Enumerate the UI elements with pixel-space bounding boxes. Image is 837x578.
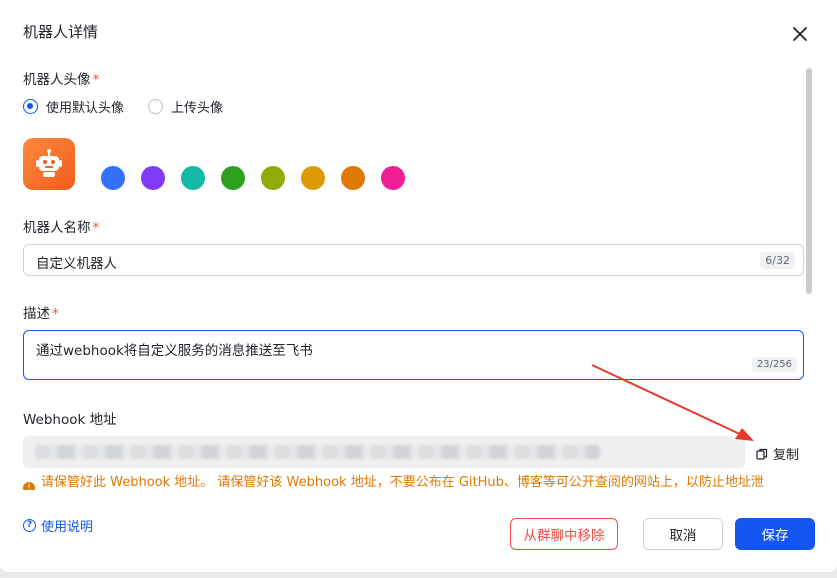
robot-name-input[interactable]: 自定义机器人 6/32: [23, 244, 804, 276]
scrollbar[interactable]: [806, 68, 812, 294]
color-swatch-pink[interactable]: [381, 166, 405, 190]
copy-button[interactable]: 复制: [756, 444, 799, 463]
avatar-color-swatches: [101, 166, 421, 190]
color-swatch-green[interactable]: [221, 166, 245, 190]
cancel-button[interactable]: 取消: [643, 518, 723, 550]
name-char-counter: 6/32: [760, 252, 795, 269]
avatar-radio-group: 使用默认头像 上传头像: [23, 97, 247, 116]
copy-icon: [756, 448, 768, 460]
help-circle-icon: ?: [23, 519, 36, 532]
avatar-label: 机器人头像 *: [23, 72, 100, 88]
color-swatch-orange[interactable]: [341, 166, 365, 190]
robot-icon: [36, 149, 62, 177]
description-label: 描述 *: [23, 306, 59, 322]
robot-avatar: [23, 138, 75, 190]
default-avatar-radio[interactable]: 使用默认头像: [23, 97, 124, 116]
webhook-address-redacted: [35, 445, 600, 459]
webhook-address-field[interactable]: [23, 436, 745, 468]
save-button[interactable]: 保存: [735, 518, 815, 550]
color-swatch-blue[interactable]: [101, 166, 125, 190]
webhook-warning: ! 请保管好此 Webhook 地址。 请保管好该 Webhook 地址，不要公…: [23, 470, 803, 490]
warning-icon: !: [23, 482, 35, 490]
description-char-counter: 23/256: [751, 357, 797, 372]
dialog-title: 机器人详情: [23, 23, 99, 41]
color-swatch-teal[interactable]: [181, 166, 205, 190]
usage-guide-link[interactable]: ? 使用说明: [23, 516, 93, 535]
remove-from-group-button[interactable]: 从群聊中移除: [510, 518, 618, 550]
close-icon[interactable]: [788, 22, 812, 46]
description-textarea[interactable]: 通过webhook将自定义服务的消息推送至飞书 23/256: [23, 330, 804, 380]
robot-details-dialog: 机器人详情 机器人头像 * 使用默认头像 上传头像 机器人名称 * 自定义机器人…: [0, 0, 837, 572]
robot-name-label: 机器人名称 *: [23, 220, 100, 236]
webhook-label: Webhook 地址: [23, 412, 117, 428]
upload-avatar-radio[interactable]: 上传头像: [148, 97, 223, 116]
color-swatch-olive[interactable]: [261, 166, 285, 190]
color-swatch-purple[interactable]: [141, 166, 165, 190]
color-swatch-yellow[interactable]: [301, 166, 325, 190]
